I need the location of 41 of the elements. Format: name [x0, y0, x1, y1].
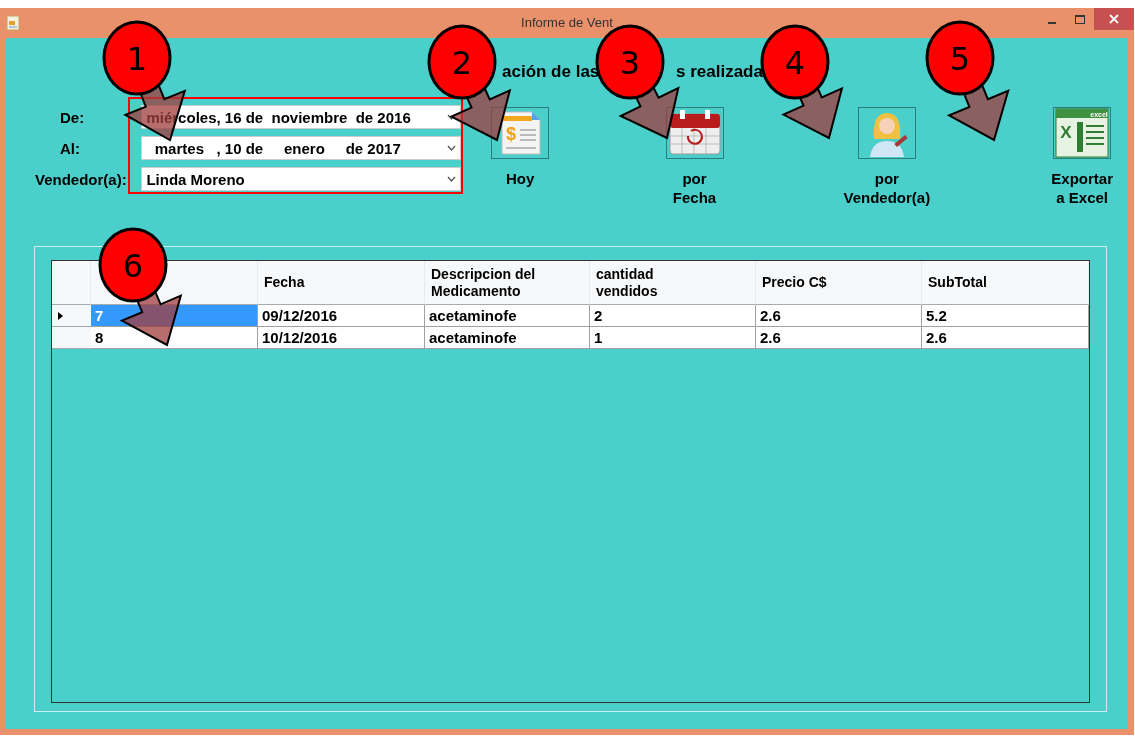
dropdown-chevron-icon — [447, 176, 457, 182]
column-header[interactable]: Descripcion del Medicamento — [425, 261, 590, 305]
table-cell: 2.6 — [922, 327, 1089, 349]
table-cell: acetaminofe — [425, 305, 590, 327]
table-cell: 5.2 — [922, 305, 1089, 327]
minimize-icon — [1048, 22, 1056, 24]
report-heading: s realizada — [676, 62, 763, 81]
column-header[interactable]: Precio C$ — [756, 261, 922, 305]
invoice-document-icon: $ — [498, 110, 543, 156]
callout-number: 2 — [451, 44, 473, 82]
close-button[interactable] — [1094, 8, 1134, 30]
table-cell: acetaminofe — [425, 327, 590, 349]
table-cell: 2.6 — [756, 305, 922, 327]
callout-number: 5 — [949, 40, 971, 78]
field-label: Vendedor(a): — [35, 171, 127, 188]
field-label: Al: — [60, 140, 80, 157]
date-picker[interactable]: martes , 10 de enero de 2017 — [141, 136, 462, 160]
current-row-icon — [58, 311, 63, 320]
seller-dropdown[interactable]: Linda Moreno — [141, 167, 462, 191]
field-label: De: — [60, 109, 85, 126]
window-title: Informe de Vent — [521, 15, 613, 30]
callout-number: 3 — [619, 44, 641, 82]
table-cell: 09/12/2016 — [258, 305, 425, 327]
dropdown-chevron-icon — [447, 145, 457, 151]
column-header[interactable]: Fecha — [258, 261, 425, 305]
callout-number: 4 — [784, 44, 806, 82]
app-icon — [6, 15, 20, 31]
row-header[interactable] — [52, 305, 91, 327]
maximize-icon — [1075, 14, 1085, 24]
report-heading: ación de las — [502, 62, 600, 81]
row-header-corner — [52, 261, 91, 305]
calendar-icon — [667, 110, 722, 156]
column-header[interactable]: cantidad vendidos — [590, 261, 756, 305]
column-header[interactable]: SubTotal — [922, 261, 1089, 305]
callout-number: 1 — [126, 40, 148, 78]
table-cell: 2.6 — [756, 327, 922, 349]
table-cell: 1 — [590, 327, 756, 349]
callout-number: 6 — [122, 247, 144, 285]
table-cell: 2 — [590, 305, 756, 327]
table-cell: 10/12/2016 — [258, 327, 425, 349]
close-icon — [1109, 14, 1119, 24]
